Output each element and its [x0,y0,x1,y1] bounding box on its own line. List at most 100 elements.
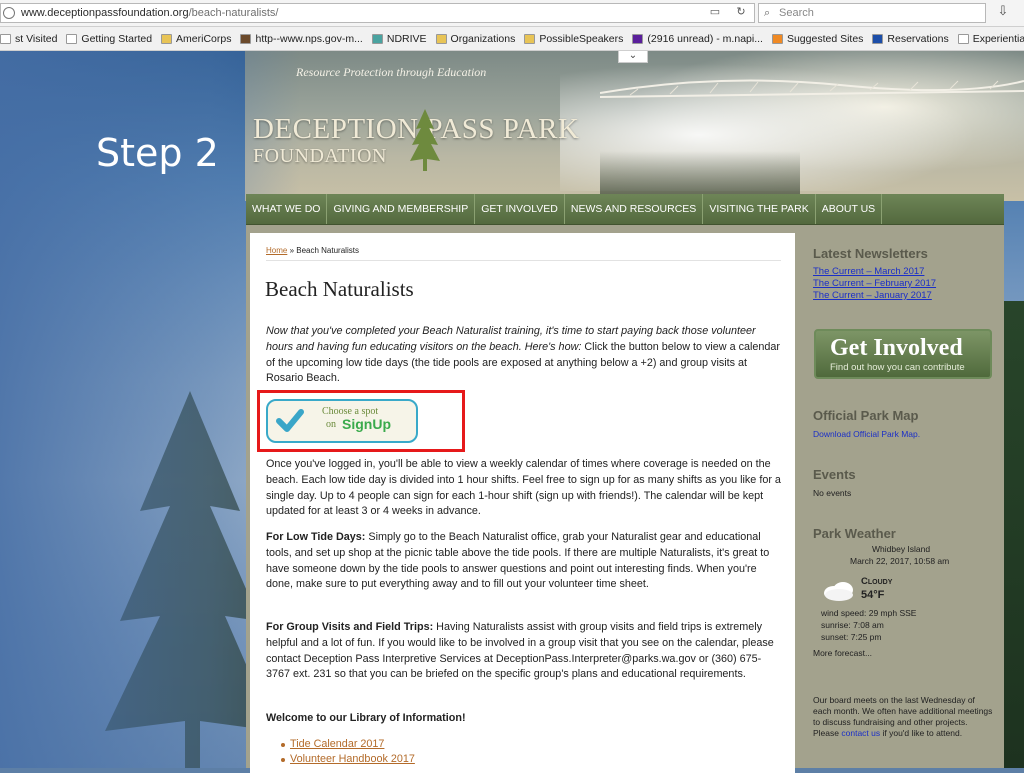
events-text: No events [813,488,852,498]
newsletter-link-january[interactable]: The Current – January 2017 [813,290,932,301]
reservations-icon [872,34,884,44]
nav-item-what-we-do[interactable]: WHAT WE DO [246,194,328,224]
yahoo-icon [632,34,644,44]
newsletters-heading: Latest Newsletters [813,246,928,261]
folder-icon [435,34,447,44]
page-icon [66,34,78,44]
library-heading: Welcome to our Library of Information! [266,712,466,724]
board-meetings-text: Our board meets on the last Wednesday of… [813,695,995,739]
download-map-link[interactable]: Download Official Park Map. [813,429,920,439]
group-visits-heading: For Group Visits and Field Trips: [266,621,434,633]
bookmark-item[interactable]: PossibleSpeakers [524,27,624,50]
bookmark-label: Reservations [887,33,949,45]
bookmark-label: Experiential Outings | S... [972,33,1024,45]
bridge-image [600,79,1024,98]
bookmark-label: st Visited [15,33,58,45]
url-path: /beach-naturalists/ [188,7,279,19]
logo-tree-icon [410,109,440,171]
bookmark-label: Getting Started [81,33,153,45]
highlight-box [257,390,465,452]
events-heading: Events [813,467,856,482]
weather-sunrise: sunrise: 7:08 am [821,620,884,630]
weather-heading: Park Weather [813,526,896,541]
bookmark-item[interactable]: http--www.nps.gov-m... [240,27,363,50]
weather-location: Whidbey Island [872,544,931,554]
weather-sunset: sunset: 7:25 pm [821,632,882,642]
newsletter-link-february[interactable]: The Current – February 2017 [813,278,936,289]
low-tide-heading: For Low Tide Days: [266,531,366,543]
nav-item-giving-and-membership[interactable]: GIVING AND MEMBERSHIP [327,194,476,224]
get-involved-button[interactable]: Get Involved Find out how you can contri… [814,329,992,379]
browser-toolbar: www.deceptionpassfoundation.org/beach-na… [0,0,1024,27]
get-involved-title: Get Involved [830,335,963,361]
search-input[interactable]: ⌕ Search [758,3,986,23]
bookmark-label: Organizations [450,33,516,45]
nps-icon [240,34,252,44]
intro-paragraph: Now that you've completed your Beach Nat… [266,324,781,387]
chevron-down-icon[interactable]: ⌄ [618,51,648,63]
breadcrumb-home-link[interactable]: Home [266,246,287,255]
park-map-heading: Official Park Map [813,408,919,423]
sidebar: Latest Newsletters The Current – March 2… [808,233,1000,768]
cloud-icon [824,582,853,601]
weather-wind: wind speed: 29 mph SSE [821,608,917,618]
folder-icon [524,34,536,44]
low-tide-paragraph: For Low Tide Days: Simply go to the Beac… [266,530,781,593]
bookmark-item[interactable]: AmeriCorps [161,27,232,50]
bookmarks-bar: st Visited Getting Started AmeriCorps http-… [0,27,1024,51]
search-placeholder: Search [779,7,814,19]
divider [266,260,781,261]
bookmark-label: (2916 unread) - m.napi... [647,33,763,45]
breadcrumb-separator: » [287,246,297,255]
reader-view-icon[interactable]: ▭ [704,3,726,23]
board-text-end: if you'd like to attend. [880,728,963,738]
nav-item-visiting-the-park[interactable]: VISITING THE PARK [703,194,816,224]
bookmark-item[interactable]: NDRIVE [371,27,427,50]
breadcrumb-current: Beach Naturalists [296,246,359,255]
bookmark-item[interactable]: Organizations [435,27,516,50]
newsletter-link-march[interactable]: The Current – March 2017 [813,266,924,277]
bookmark-item[interactable]: st Visited [0,27,58,50]
folder-icon [161,34,173,44]
bookmark-label: Suggested Sites [786,33,864,45]
get-involved-subtitle: Find out how you can contribute [830,362,965,373]
search-icon: ⌕ [764,7,771,19]
contact-us-link[interactable]: contact us [841,728,880,738]
ndrive-icon [371,34,383,44]
bookmark-item[interactable]: Reservations [872,27,949,50]
weather-condition: Cloudy [861,576,893,587]
page-icon [957,34,969,44]
page-title: Beach Naturalists [265,277,414,301]
breadcrumb: Home » Beach Naturalists [266,246,359,255]
group-visits-paragraph: For Group Visits and Field Trips: Having… [266,620,781,683]
nav-item-news-and-resources[interactable]: NEWS AND RESOURCES [565,194,704,224]
page-icon [0,34,11,44]
download-icon[interactable]: ⇩ [992,3,1014,23]
bookmark-item[interactable]: Suggested Sites [771,27,864,50]
more-forecast-link[interactable]: More forecast... [813,648,872,658]
library-link-volunteer-handbook[interactable]: Volunteer Handbook 2017 [281,753,415,765]
bookmark-label: PossibleSpeakers [539,33,624,45]
address-bar[interactable]: www.deceptionpassfoundation.org/beach-na… [0,3,755,23]
bookmark-label: AmeriCorps [176,33,232,45]
site-tagline: Resource Protection through Education [296,65,487,79]
library-link-tide-calendar[interactable]: Tide Calendar 2017 [280,738,384,750]
bookmark-item[interactable]: Getting Started [66,27,153,50]
bookmark-item[interactable]: (2916 unread) - m.napi... [632,27,763,50]
bookmark-item[interactable]: Experiential Outings | S... [957,27,1024,50]
main-nav: WHAT WE DO GIVING AND MEMBERSHIP GET INVOL… [246,194,1004,225]
nav-item-about-us[interactable]: ABOUT US [816,194,883,224]
logo-line-2[interactable]: FOUNDATION [253,145,387,168]
bookmark-label: http--www.nps.gov-m... [255,33,363,45]
globe-icon [3,7,15,19]
weather-temp: 54°F [861,589,885,601]
bookmark-label: NDRIVE [386,33,427,45]
url-domain: www.deceptionpassfoundation.org [21,7,189,19]
reload-icon[interactable]: ↻ [730,3,752,23]
calendar-paragraph: Once you've logged in, you'll be able to… [266,458,781,518]
suggested-icon [771,34,783,44]
nav-item-get-involved[interactable]: GET INVOLVED [475,194,565,224]
step-label: Step 2 [96,131,219,175]
main-content: Home » Beach Naturalists Beach Naturalis… [250,233,795,773]
weather-datetime: March 22, 2017, 10:58 am [850,556,950,566]
